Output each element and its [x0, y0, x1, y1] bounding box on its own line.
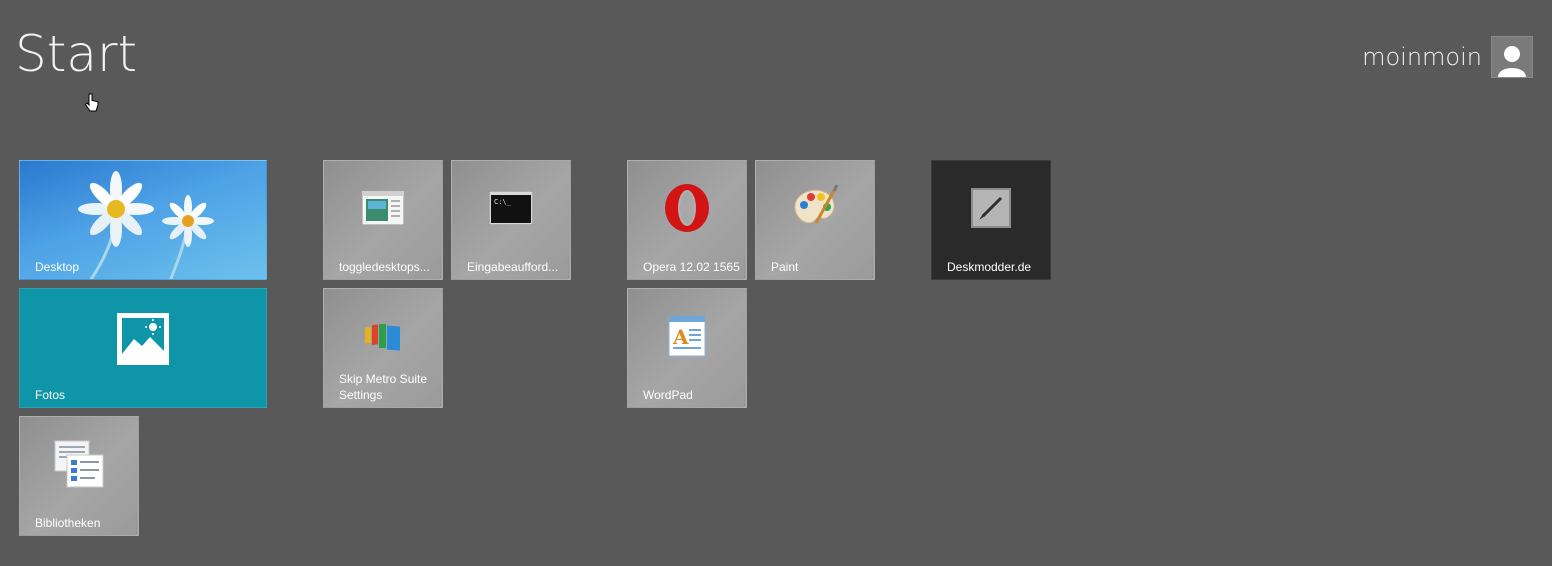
tile-deskmodder[interactable]: Deskmodder.de [931, 160, 1051, 280]
tile-paint[interactable]: Paint [755, 160, 875, 280]
tile-label: Skip Metro Suite Settings [339, 372, 428, 402]
tile-label: Fotos [35, 388, 66, 402]
start-title: Start [15, 25, 138, 83]
paint-palette-icon [794, 185, 839, 224]
brush-icon [971, 188, 1011, 229]
tile-label: WordPad [643, 388, 693, 402]
libraries-icon [54, 440, 104, 488]
user-avatar-icon[interactable] [1491, 36, 1533, 78]
photo-icon [117, 312, 169, 365]
user-profile[interactable]: moinmoin [1362, 36, 1533, 78]
tile-wordpad[interactable]: A WordPad [627, 288, 747, 408]
skip-metro-icon [365, 324, 400, 351]
tile-eingabe[interactable]: C:\_ Eingabeaufford... [451, 160, 571, 280]
tile-bibliotheken[interactable]: Bibliotheken [19, 416, 139, 536]
tile-skipmetro[interactable]: Skip Metro Suite Settings [323, 288, 443, 408]
user-name: moinmoin [1362, 43, 1482, 71]
tile-label: Eingabeaufford... [467, 260, 559, 274]
tile-opera[interactable]: Opera 12.02 1565 [627, 160, 747, 280]
tile-label: Desktop [35, 260, 80, 274]
wordpad-icon: A [668, 316, 706, 357]
tile-label: Opera 12.02 1565 [643, 260, 740, 274]
tile-label: Deskmodder.de [947, 260, 1032, 274]
tile-fotos[interactable]: Fotos [19, 288, 267, 408]
svg-text:C:\_: C:\_ [494, 198, 512, 206]
tile-toggledesktop[interactable]: toggledesktops... [323, 160, 443, 280]
command-prompt-icon: C:\_ [489, 191, 533, 226]
tile-label: Paint [771, 260, 799, 274]
tile-desktop[interactable]: Desktop [19, 160, 267, 280]
tile-label: toggledesktops... [339, 260, 430, 274]
tile-label: Bibliotheken [35, 516, 101, 530]
opera-icon [665, 184, 709, 233]
hand-cursor-icon [84, 93, 99, 112]
svg-text:A: A [672, 325, 689, 349]
window-icon [362, 191, 404, 226]
